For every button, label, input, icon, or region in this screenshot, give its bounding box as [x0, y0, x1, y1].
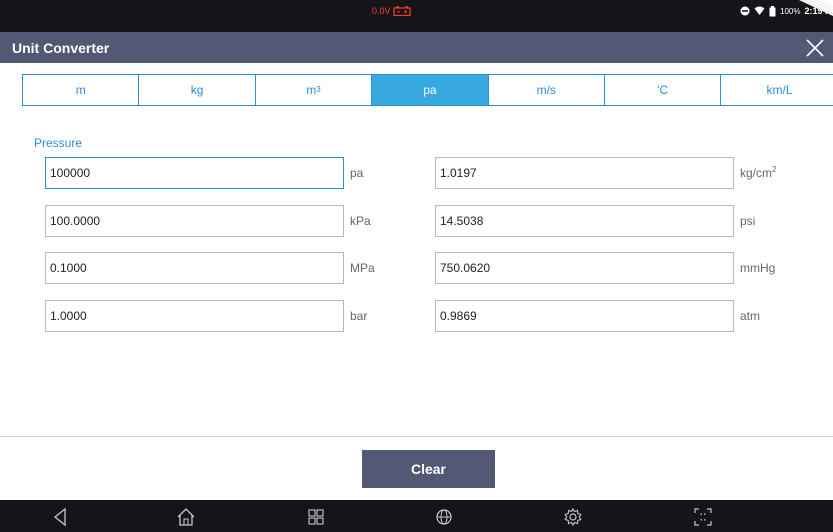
- section-title: Pressure: [34, 136, 83, 150]
- home-icon[interactable]: [175, 506, 197, 528]
- field-value: 1.0000: [50, 309, 87, 323]
- bar-input[interactable]: 1.0000: [45, 300, 344, 332]
- tab-label: pa: [423, 83, 437, 97]
- atm-input[interactable]: 0.9869: [435, 300, 734, 332]
- voltage-value: 0.0V: [372, 6, 391, 16]
- tab-fuel-economy[interactable]: km/L: [721, 75, 833, 105]
- mpa-input[interactable]: 0.1000: [45, 252, 344, 284]
- unit-label: MPa: [350, 261, 375, 275]
- unit-converter-screen: 0.0V 100% 2:19 P Unit Converter m kg m 3…: [0, 0, 833, 532]
- page-curl-decoration: [799, 0, 833, 16]
- title-bar: Unit Converter: [0, 32, 833, 63]
- unit-label: kg/cm2: [740, 165, 777, 181]
- recent-apps-icon[interactable]: [305, 506, 327, 528]
- field-value: 0.1000: [50, 261, 87, 275]
- tab-label: 'C: [657, 83, 669, 97]
- unit-category-tabs: m kg m3 pa m/s 'C km/L: [22, 74, 833, 106]
- navigation-bar: [0, 500, 833, 532]
- car-battery-icon: [392, 6, 411, 16]
- unit-label: kPa: [350, 214, 371, 228]
- field-value: 14.5038: [440, 214, 484, 228]
- close-icon[interactable]: [803, 36, 827, 60]
- unit-label: pa: [350, 166, 364, 180]
- unit-text: kg/cm: [740, 166, 773, 180]
- field-value: 750.0620: [440, 261, 491, 275]
- back-icon[interactable]: [50, 506, 72, 528]
- tab-label: m/s: [536, 83, 556, 97]
- tab-speed[interactable]: m/s: [488, 75, 605, 105]
- globe-icon[interactable]: [433, 506, 455, 528]
- kgcm2-input[interactable]: 1.0197: [435, 157, 734, 189]
- wifi-icon: [754, 6, 765, 15]
- tab-label: m: [306, 83, 317, 97]
- field-value: 100.0000: [50, 214, 101, 228]
- pa-input[interactable]: 100000: [45, 157, 344, 189]
- tab-mass[interactable]: kg: [139, 75, 256, 105]
- settings-gear-icon[interactable]: [562, 506, 584, 528]
- battery-percent: 100%: [780, 6, 801, 16]
- screenshot-frame-icon[interactable]: [692, 506, 714, 528]
- battery-icon: [769, 5, 776, 16]
- tab-label: m: [75, 83, 86, 97]
- tab-label: km/L: [766, 83, 793, 97]
- kpa-input[interactable]: 100.0000: [45, 205, 344, 237]
- psi-input[interactable]: 14.5038: [435, 205, 734, 237]
- unit-label: atm: [740, 309, 761, 323]
- field-value: 100000: [50, 166, 91, 180]
- window-title: Unit Converter: [12, 40, 110, 56]
- vehicle-voltage-indicator: 0.0V: [372, 4, 411, 18]
- footer-divider: [0, 436, 833, 437]
- clear-button[interactable]: Clear: [362, 450, 495, 488]
- field-value: 0.9869: [440, 309, 477, 323]
- field-value: 1.0197: [440, 166, 477, 180]
- unit-superscript: 2: [772, 165, 777, 174]
- unit-label: psi: [740, 214, 756, 228]
- unit-label: mmHg: [740, 261, 776, 275]
- tab-label: kg: [190, 83, 204, 97]
- tab-volume[interactable]: m3: [255, 75, 373, 105]
- tab-temperature[interactable]: 'C: [604, 75, 722, 105]
- tab-pressure[interactable]: pa: [372, 75, 489, 105]
- status-bar: 0.0V 100% 2:19 P: [0, 0, 833, 32]
- do-not-disturb-icon: [740, 6, 750, 16]
- tab-length[interactable]: m: [23, 75, 140, 105]
- mmhg-input[interactable]: 750.0620: [435, 252, 734, 284]
- unit-label: bar: [350, 309, 368, 323]
